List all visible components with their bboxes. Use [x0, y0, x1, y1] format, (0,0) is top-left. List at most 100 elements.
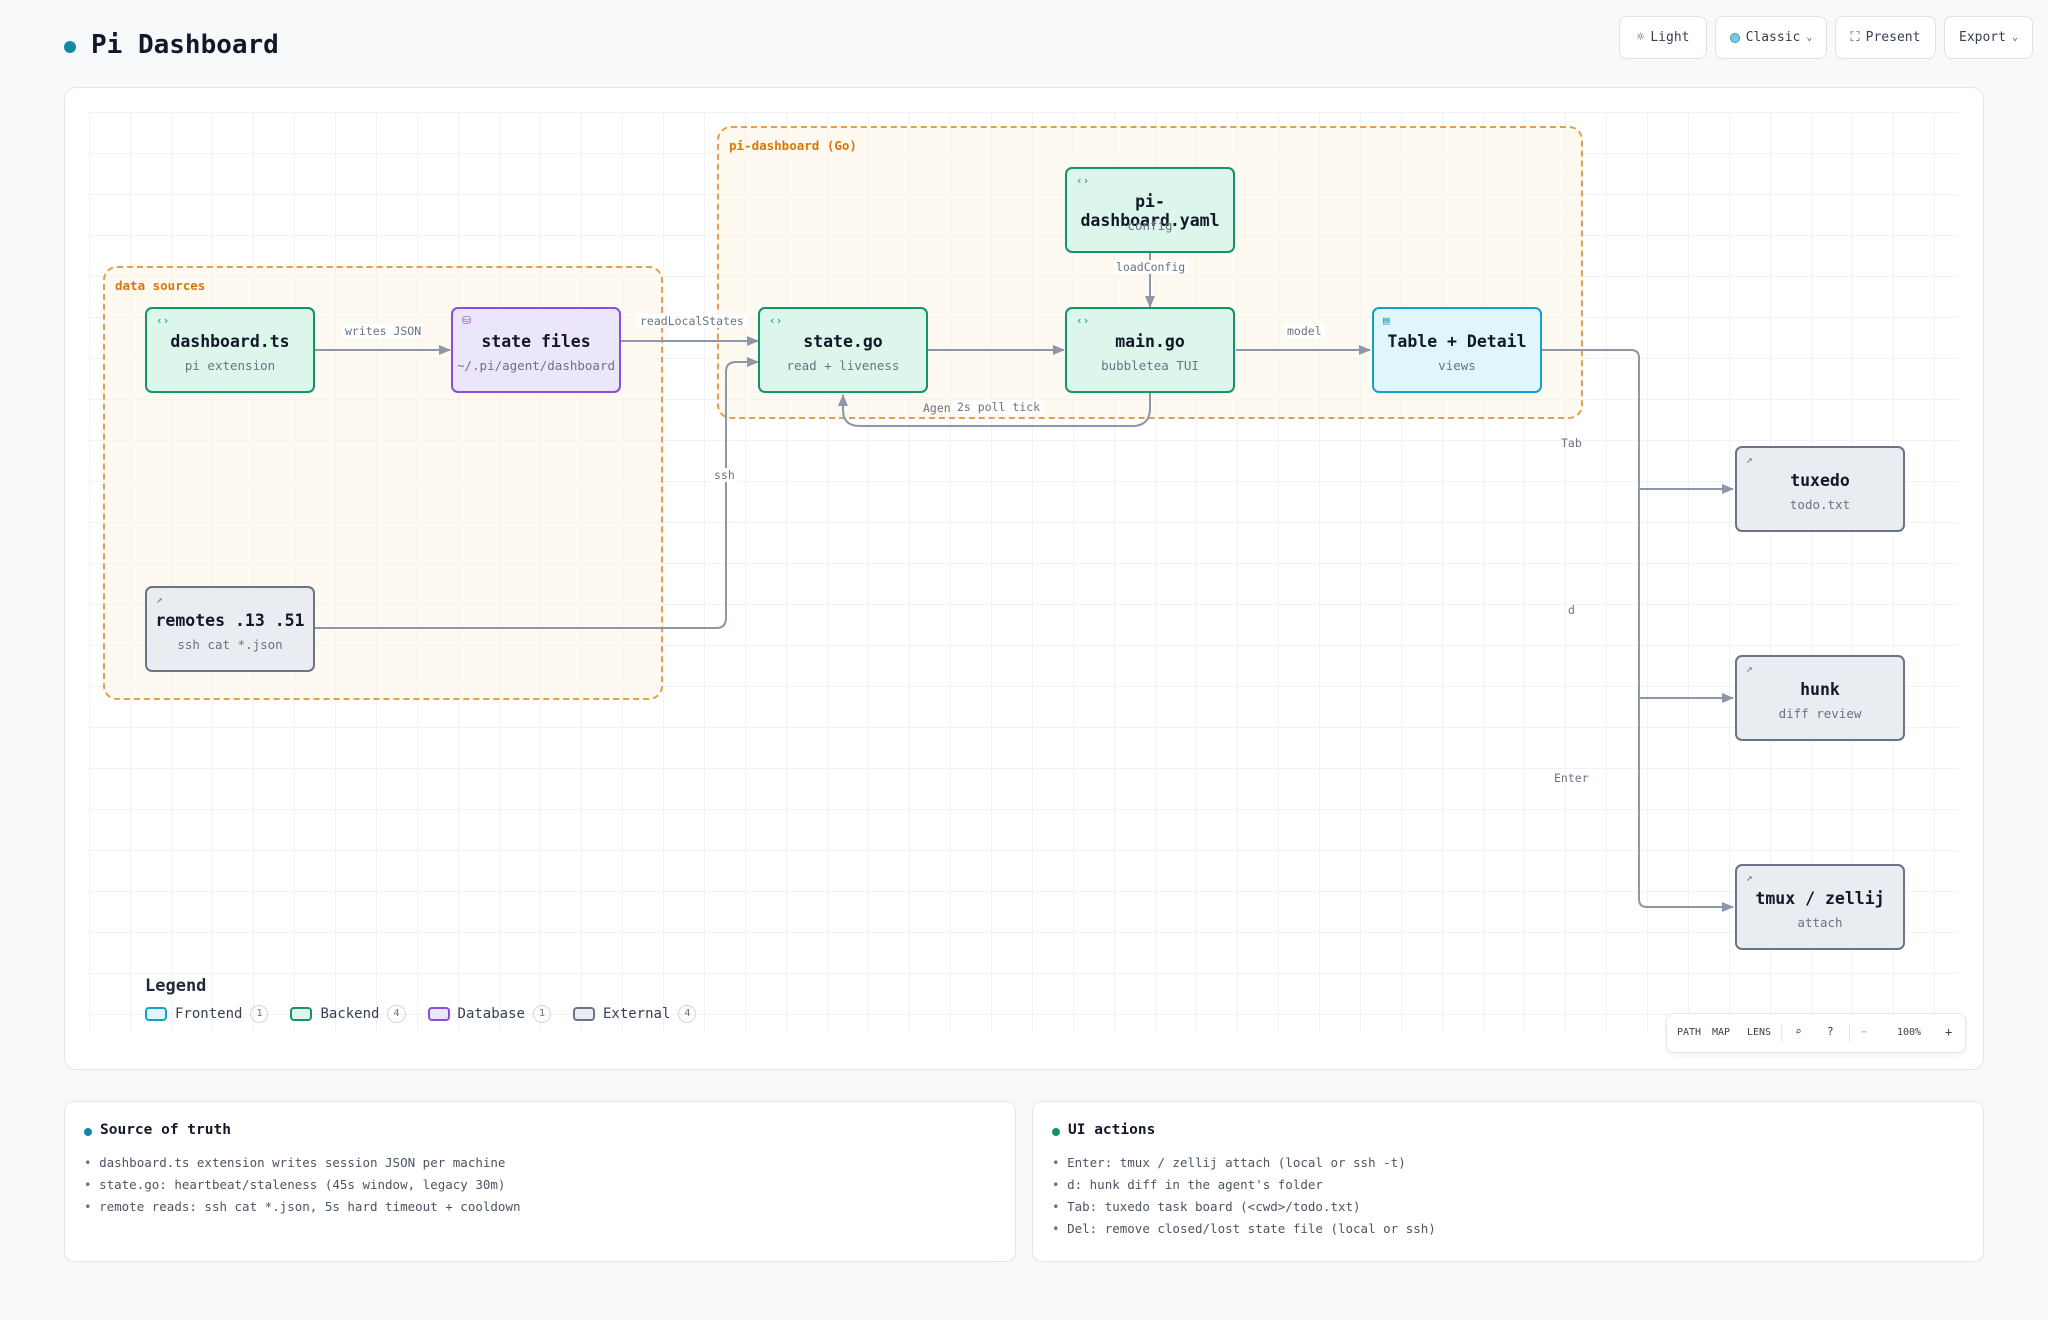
- node-title: remotes .13 .51: [155, 611, 305, 630]
- list-item: d: hunk diff in the agent's folder: [1052, 1174, 1436, 1196]
- edges-layer: [313, 253, 1734, 912]
- lens-button[interactable]: LENS: [1747, 1027, 1771, 1038]
- legend-item-frontend[interactable]: Frontend 1: [145, 1005, 269, 1023]
- edge-label-tab: Tab: [1561, 436, 1582, 450]
- node-tmux-zellij[interactable]: ↗ tmux / zellij attach: [1735, 864, 1905, 950]
- list-item: Tab: tuxedo task board (<cwd>/todo.txt): [1052, 1196, 1436, 1218]
- list-item: dashboard.ts extension writes session JS…: [84, 1152, 521, 1174]
- zoom-out-button[interactable]: −: [1861, 1027, 1867, 1038]
- light-label: Light: [1650, 30, 1690, 45]
- node-subtitle: ~/.pi/agent/dashboard: [456, 358, 616, 373]
- database-icon: ⛁: [462, 314, 472, 327]
- panel-ui-actions: UI actions Enter: tmux / zellij attach (…: [1032, 1101, 1984, 1262]
- path-button[interactable]: PATH: [1677, 1027, 1701, 1038]
- node-subtitle: read + liveness: [786, 358, 900, 373]
- list-item: remote reads: ssh cat *.json, 5s hard ti…: [84, 1196, 520, 1218]
- node-title: state.go: [803, 332, 883, 351]
- light-theme-button[interactable]: ☼ Light: [1619, 16, 1707, 59]
- node-state-go[interactable]: ‹› state.go read + liveness: [758, 307, 928, 393]
- node-state-files[interactable]: ⛁ state files ~/.pi/agent/dashboard: [451, 307, 621, 393]
- node-remotes[interactable]: ↗ remotes .13 .51 ssh cat *.json: [145, 586, 315, 672]
- backend-swatch: [290, 1007, 313, 1021]
- chevron-down-icon: ⌄: [1806, 32, 1813, 43]
- edge-ssh: [313, 357, 759, 629]
- list-item: state.go: heartbeat/staleness (45s windo…: [84, 1174, 521, 1196]
- legend-item-database[interactable]: Database 1: [427, 1005, 551, 1023]
- external-link-icon: ↗: [1746, 662, 1753, 675]
- node-main-go[interactable]: ‹› main.go bubbletea TUI: [1065, 307, 1235, 393]
- export-label: Export: [1959, 30, 2006, 45]
- legend-label: Backend: [320, 1006, 380, 1022]
- node-dashboard-ts[interactable]: ‹› dashboard.ts pi extension: [145, 307, 315, 393]
- legend-item-backend[interactable]: Backend 4: [290, 1005, 406, 1023]
- edge-label-poll-tick: 2s poll tick: [954, 400, 1044, 414]
- legend-count: 4: [678, 1005, 697, 1023]
- legend-label: Frontend: [175, 1006, 243, 1022]
- external-link-icon: ↗: [1746, 453, 1753, 466]
- node-table-detail[interactable]: ▤ Table + Detail views: [1372, 307, 1542, 393]
- map-button[interactable]: MAP: [1712, 1027, 1730, 1038]
- edge-label-d: d: [1568, 603, 1575, 617]
- panel-list: dashboard.ts extension writes session JS…: [84, 1152, 521, 1218]
- sun-icon: ☼: [1636, 30, 1645, 45]
- node-subtitle: config: [1127, 218, 1173, 233]
- panel-dot: [84, 1128, 92, 1136]
- node-title: hunk: [1800, 680, 1840, 699]
- node-title: Table + Detail: [1387, 332, 1527, 351]
- legend-count: 4: [387, 1005, 406, 1023]
- edge-label-hidden: Agen: [923, 401, 951, 415]
- window-icon: ▤: [1383, 314, 1390, 327]
- code-icon: ‹›: [1076, 174, 1090, 187]
- diagram-canvas[interactable]: data sources pi-dashboard (Go) writes JS…: [64, 87, 1984, 1070]
- node-title: main.go: [1115, 332, 1185, 351]
- node-subtitle: diff review: [1778, 706, 1862, 721]
- export-dropdown[interactable]: Export ⌄: [1944, 16, 2033, 59]
- legend-label: External: [602, 1006, 671, 1022]
- code-icon: ‹›: [1076, 314, 1090, 327]
- classic-label: Classic: [1745, 30, 1801, 45]
- panel-list: Enter: tmux / zellij attach (local or ss…: [1052, 1152, 1436, 1240]
- divider: [1849, 1024, 1850, 1042]
- edge-label-load-config: loadConfig: [1113, 260, 1189, 274]
- help-icon[interactable]: ?: [1827, 1025, 1834, 1038]
- list-item: Enter: tmux / zellij attach (local or ss…: [1052, 1152, 1436, 1174]
- node-title: state files: [481, 332, 591, 351]
- legend-label: Database: [457, 1006, 525, 1022]
- search-icon[interactable]: ⌕: [1795, 1025, 1802, 1038]
- edge-label-model: model: [1284, 324, 1325, 338]
- legend-title: Legend: [145, 976, 207, 996]
- node-title: tuxedo: [1790, 471, 1850, 490]
- panel-source-of-truth: Source of truth dashboard.ts extension w…: [64, 1101, 1016, 1262]
- node-subtitle: pi extension: [184, 358, 276, 373]
- node-title: dashboard.ts: [170, 332, 290, 351]
- legend-count: 1: [532, 1005, 551, 1023]
- node-pi-dashboard-yaml[interactable]: ‹› pi-dashboard.yaml config: [1065, 167, 1235, 253]
- legend-count: 1: [250, 1005, 269, 1023]
- panel-title: Source of truth: [100, 1122, 231, 1138]
- code-icon: ‹›: [156, 314, 170, 327]
- legend: Frontend 1 Backend 4 Database 1 External…: [145, 1005, 697, 1023]
- edge-label-read-local-states: readLocalStates: [637, 314, 747, 328]
- node-subtitle: views: [1438, 358, 1476, 373]
- classic-theme-dropdown[interactable]: Classic ⌄: [1715, 16, 1827, 59]
- node-subtitle: ssh cat *.json: [177, 637, 283, 652]
- node-hunk[interactable]: ↗ hunk diff review: [1735, 655, 1905, 741]
- panel-title: UI actions: [1068, 1122, 1156, 1138]
- present-button[interactable]: ⛶ Present: [1835, 16, 1936, 59]
- legend-item-external[interactable]: External 4: [572, 1005, 697, 1023]
- chevron-down-icon: ⌄: [2011, 32, 2018, 43]
- edge-label-writes-json: writes JSON: [342, 324, 425, 338]
- external-link-icon: ↗: [1746, 871, 1753, 884]
- canvas-toolbar: PATH MAP LENS ⌕ ? − 100% +: [1666, 1013, 1966, 1053]
- zoom-in-button[interactable]: +: [1945, 1025, 1952, 1039]
- node-subtitle: todo.txt: [1789, 497, 1851, 512]
- node-subtitle: bubbletea TUI: [1101, 358, 1199, 373]
- node-tuxedo[interactable]: ↗ tuxedo todo.txt: [1735, 446, 1905, 532]
- status-dot: [64, 41, 76, 53]
- fullscreen-icon: ⛶: [1850, 30, 1860, 45]
- node-subtitle: attach: [1797, 915, 1843, 930]
- external-swatch: [572, 1007, 595, 1021]
- page-title: Pi Dashboard: [91, 30, 279, 60]
- database-swatch: [427, 1007, 450, 1021]
- list-item: Del: remove closed/lost state file (loca…: [1052, 1218, 1436, 1240]
